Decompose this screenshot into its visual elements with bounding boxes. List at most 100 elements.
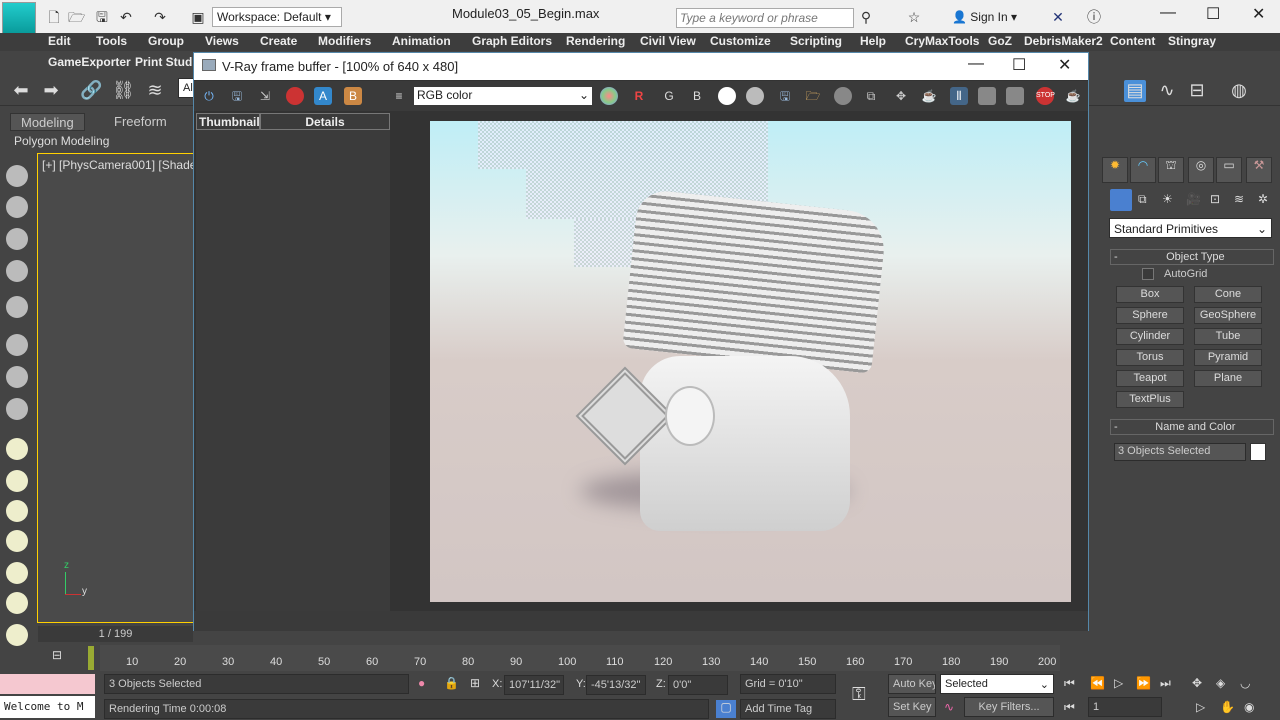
display-tab-icon[interactable]: ▭ [1216,157,1242,183]
new-file-icon[interactable]: 🗋 [46,9,62,25]
dolly-icon[interactable]: ▷ [1196,700,1205,714]
space-warps-icon[interactable]: ≋ [1234,192,1244,206]
menu-scripting[interactable]: Scripting [790,34,842,48]
menu-modifiers[interactable]: Modifiers [318,34,371,48]
object-type-rollout[interactable]: - Object Type [1110,249,1274,265]
vfb-close-icon[interactable]: ✕ [1058,55,1071,75]
mini-curve-editor-icon[interactable]: ⊟ [52,648,62,662]
go-to-end-icon[interactable]: ⏭ [1160,676,1171,691]
curve-editor-icon[interactable]: ∿ [1156,80,1178,102]
menu-crymaxtools[interactable]: CryMaxTools [905,34,979,48]
shapes-icon[interactable]: ⧉ [1138,192,1147,207]
light-icon[interactable] [6,296,28,318]
favorites-star-icon[interactable]: ☆ [906,9,922,25]
menu-debrismaker2[interactable]: DebrisMaker2 [1024,34,1103,48]
hierarchy-tab-icon[interactable]: ⛫ [1158,157,1184,183]
maximize-icon[interactable]: ☐ [1206,4,1220,24]
save-icon[interactable]: 🖫 [94,9,110,25]
isolate-icon[interactable]: ● [418,676,425,690]
orbit-icon[interactable]: ◈ [1216,676,1225,690]
project-folder-icon[interactable]: ▣ [190,9,206,25]
auto-key-button[interactable]: Auto Key [888,674,936,694]
x-coordinate[interactable]: 107'11/32" [504,675,564,695]
close-icon[interactable]: ✕ [1252,4,1265,24]
show-pixel-info-icon[interactable] [978,87,996,105]
object-name-input[interactable]: 3 Objects Selected [1114,443,1246,461]
clear-image-icon[interactable] [286,87,304,105]
menu-stingray[interactable]: Stingray [1168,34,1216,48]
pyramid-button[interactable]: Pyramid [1194,349,1262,366]
menu2-item[interactable]: GameExporter [48,55,131,69]
tab-modeling[interactable]: Modeling [10,113,85,131]
utilities-tab-icon[interactable]: ⚒ [1246,157,1272,183]
search-input[interactable]: Type a keyword or phrase [676,8,854,28]
rendered-image[interactable] [430,121,1071,602]
teapot-icon[interactable] [6,165,28,187]
schematic-view-icon[interactable]: ⊟ [1186,80,1208,102]
circle-icon[interactable] [6,624,28,646]
render-icon[interactable] [6,398,28,420]
menu-create[interactable]: Create [260,34,297,48]
vfb-maximize-icon[interactable]: ☐ [1012,55,1026,75]
load-image-icon[interactable]: 🗁 [804,87,822,105]
key-curve-icon[interactable]: ∿ [944,700,954,714]
sun-icon[interactable] [6,592,28,614]
time-tag-icon[interactable]: ▢ [716,700,736,718]
helper-icon[interactable] [6,366,28,388]
plane-button[interactable]: Plane [1194,370,1262,387]
lights-icon[interactable]: ☀ [1162,192,1173,206]
sphere-icon[interactable] [6,470,28,492]
key-mode-dropdown[interactable]: Selected ⌄ [940,674,1054,694]
menu-icon[interactable]: ≡ [390,87,408,105]
render-last-icon[interactable]: ☕ [920,87,938,105]
field-of-view-icon[interactable]: ◡ [1240,676,1250,690]
geometry-icon[interactable] [1110,189,1132,211]
torus-button[interactable]: Torus [1116,349,1184,366]
cone-icon[interactable] [6,562,28,584]
menu-edit[interactable]: Edit [48,34,71,48]
menu-customize[interactable]: Customize [710,34,771,48]
region-render-icon[interactable]: ⧉ [862,87,880,105]
clear-icon[interactable] [834,87,852,105]
render-icon[interactable]: ☕ [1064,87,1082,105]
redo-icon[interactable]: ↷ [152,9,168,25]
set-key-icon[interactable]: ⚿ [852,684,866,705]
menu-content[interactable]: Content [1110,34,1155,48]
cylinder-button[interactable]: Cylinder [1116,328,1184,345]
go-to-start-icon[interactable]: ⏮ [1064,676,1075,691]
previous-frame-icon[interactable]: ⏪ [1090,676,1105,690]
table-icon[interactable] [6,260,28,282]
camera-icon[interactable] [6,334,28,356]
maxscript-output[interactable]: Welcome to M [0,696,95,718]
maxscript-listener[interactable] [0,674,95,694]
create-tab-icon[interactable]: ✹ [1102,157,1128,183]
menu-civil-view[interactable]: Civil View [640,34,696,48]
play-icon[interactable]: ▷ [1114,676,1123,690]
current-frame-input[interactable]: 1 [1088,697,1162,717]
autogrid-checkbox[interactable] [1142,268,1154,280]
material-editor-icon[interactable]: ◍ [1228,80,1250,102]
viewport-label[interactable]: [+] [PhysCamera001] [Shade [42,158,196,172]
set-key-button[interactable]: Set Key [888,697,936,717]
menu-goz[interactable]: GoZ [988,34,1012,48]
green-channel-button[interactable]: G [660,87,678,105]
tab-thumbnail[interactable]: Thumbnail [196,113,260,130]
sphere-button[interactable]: Sphere [1116,307,1184,324]
menu-animation[interactable]: Animation [392,34,451,48]
save-image-icon[interactable]: 🖫 [228,87,246,105]
unlink-icon[interactable]: ⛓ [112,80,135,102]
menu-graph-editors[interactable]: Graph Editors [472,34,552,48]
follow-mouse-icon[interactable]: ✥ [892,87,910,105]
color-channels-icon[interactable] [600,87,618,105]
power-icon[interactable]: ⏻ [200,87,218,105]
track-bar[interactable] [100,645,1060,671]
tube-button[interactable]: Tube [1194,328,1262,345]
absolute-mode-icon[interactable]: ⊞ [470,676,480,690]
cone-button[interactable]: Cone [1194,286,1262,303]
selection-filter[interactable]: All [178,78,194,98]
time-slider[interactable]: 1 / 199 [38,626,193,642]
display-correction-icon[interactable] [1006,87,1024,105]
scene-explorer-icon[interactable]: ▤ [1124,80,1146,102]
minimize-icon[interactable]: — [1160,4,1176,22]
cameras-icon[interactable]: 🎥 [1186,192,1201,206]
